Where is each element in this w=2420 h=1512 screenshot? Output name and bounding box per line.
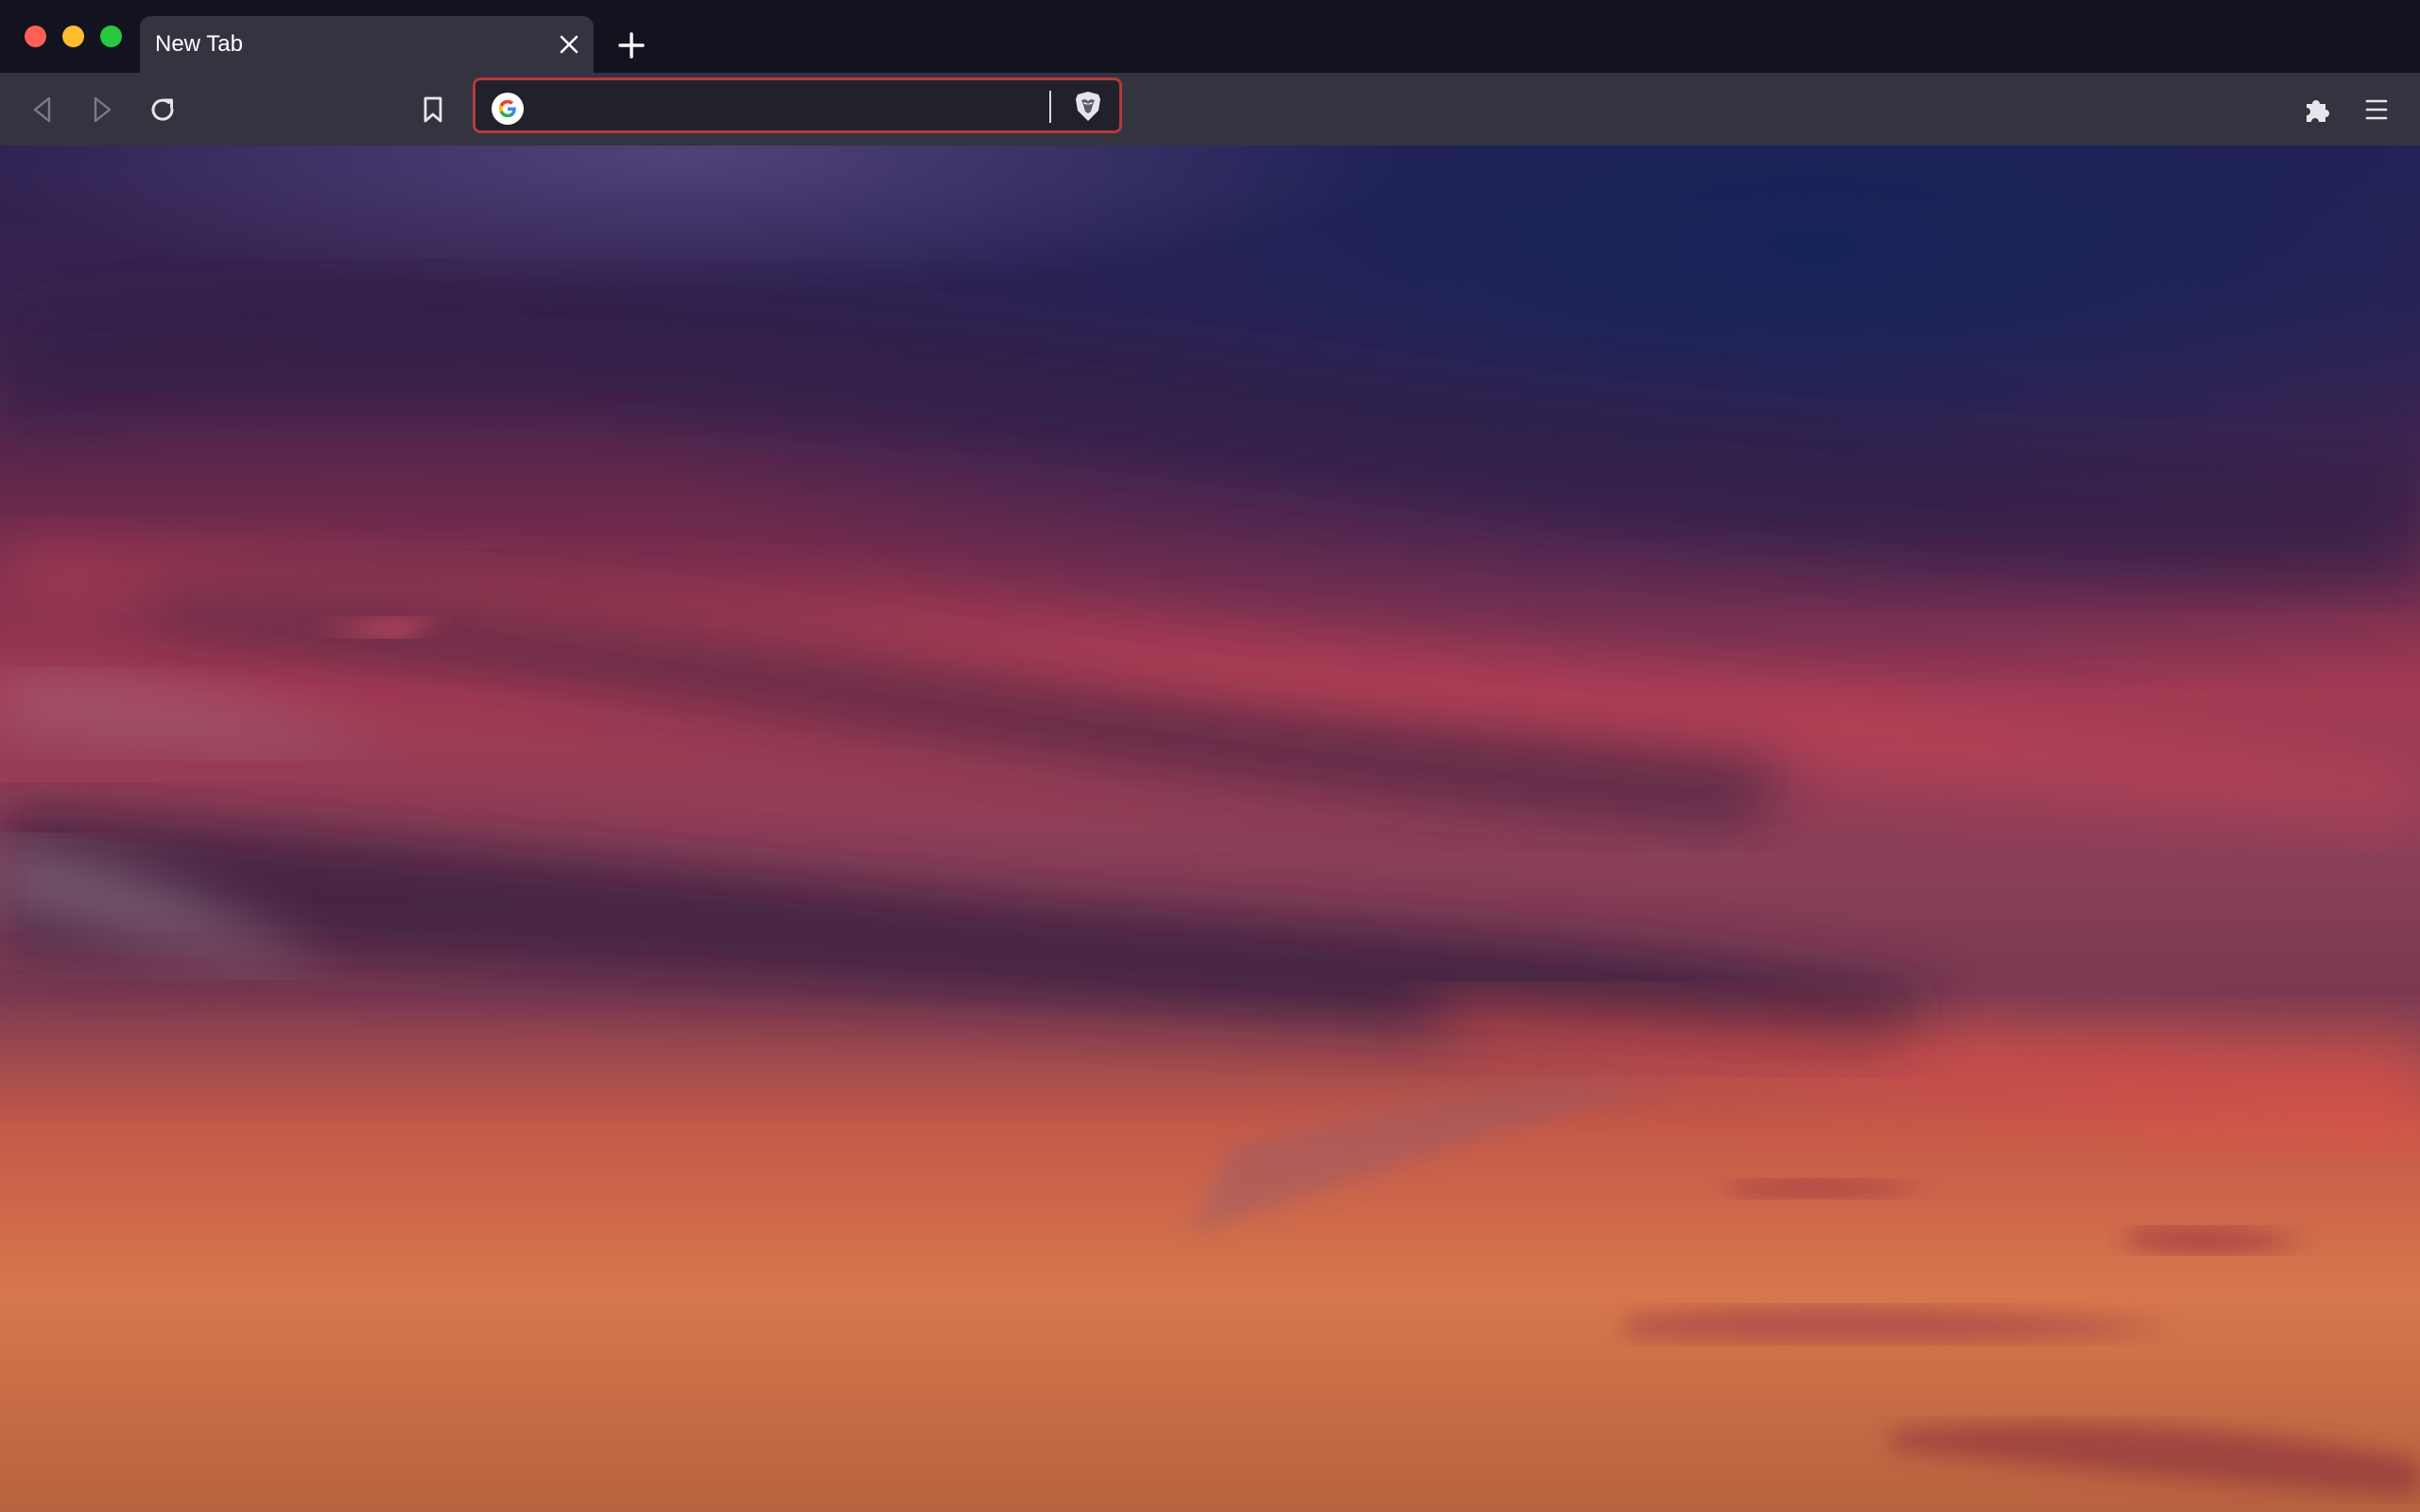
google-icon [492, 93, 524, 125]
extensions-button[interactable] [2297, 90, 2337, 129]
plus-icon [618, 32, 645, 59]
puzzle-icon [2307, 100, 2329, 122]
bookmark-icon [424, 96, 442, 123]
tab-close-icon[interactable] [554, 29, 584, 60]
address-input[interactable] [536, 86, 1028, 126]
tab-title: New Tab [155, 31, 243, 57]
brave-shields-button[interactable] [1069, 88, 1107, 126]
hamburger-menu-icon [2365, 99, 2388, 120]
bookmark-button[interactable] [413, 90, 453, 129]
new-tab-button[interactable] [613, 26, 650, 64]
omnibox-divider [1049, 91, 1051, 123]
tab-strip: New Tab [0, 0, 2420, 73]
window-zoom-button[interactable] [100, 26, 122, 47]
main-menu-button[interactable] [2357, 90, 2396, 129]
reload-icon [151, 98, 174, 121]
new-tab-page [0, 146, 2420, 1512]
back-button[interactable] [23, 90, 62, 129]
toolbar [0, 73, 2420, 146]
window-minimize-button[interactable] [62, 26, 84, 47]
tab-new-tab[interactable]: New Tab [140, 16, 594, 73]
brave-shields-icon [1076, 92, 1100, 121]
window-close-button[interactable] [25, 26, 46, 47]
forward-button[interactable] [82, 90, 122, 129]
sunset-sky-background [0, 146, 2420, 1512]
address-bar[interactable] [473, 77, 1122, 133]
forward-arrow-icon [94, 96, 112, 123]
reload-button[interactable] [143, 90, 182, 129]
browser-window: New Tab [0, 0, 2420, 1512]
back-arrow-icon [33, 96, 51, 123]
